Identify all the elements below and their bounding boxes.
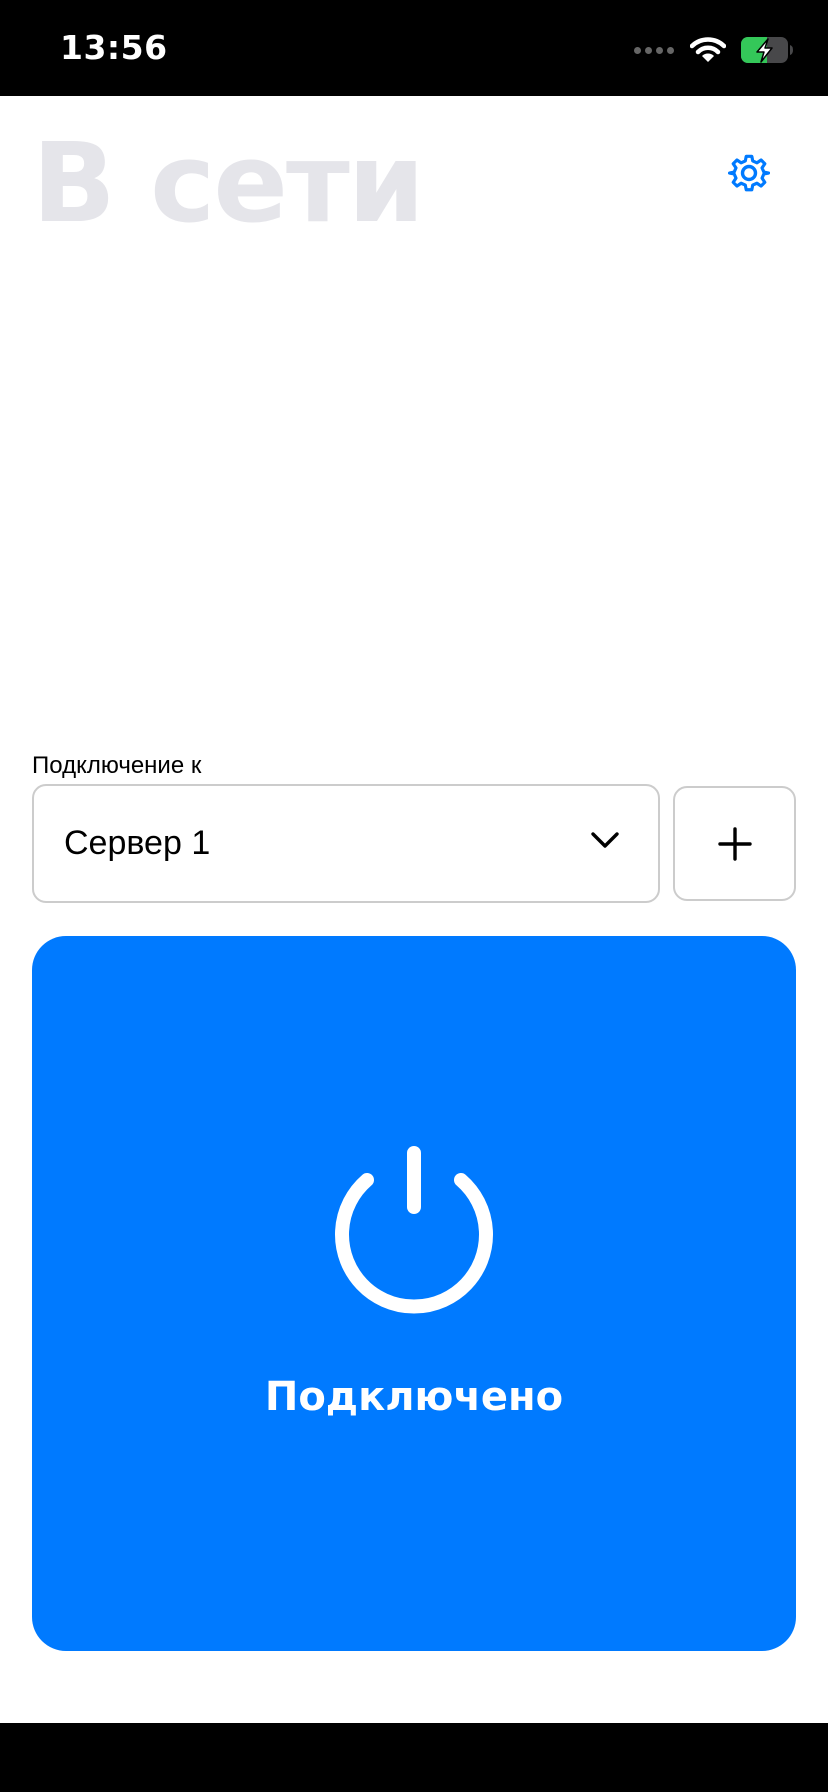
settings-button[interactable]: [726, 150, 772, 196]
status-icons: [634, 32, 794, 68]
home-indicator-bar: [0, 1723, 828, 1792]
power-icon: [335, 1146, 493, 1314]
battery-charging-icon: [741, 37, 793, 63]
status-bar: 13:56: [0, 0, 828, 96]
status-time: 13:56: [60, 28, 168, 67]
page-title: В сети: [32, 119, 425, 247]
server-select-value: Сервер 1: [64, 824, 211, 862]
wifi-icon: [690, 37, 726, 62]
chevron-down-icon: [591, 832, 619, 848]
signal-dots-icon: [634, 46, 674, 54]
gear-icon: [728, 154, 770, 192]
server-select[interactable]: Сервер 1: [32, 784, 660, 903]
connect-toggle-card[interactable]: Подключено: [32, 936, 796, 1651]
connection-label: Подключение к: [32, 752, 202, 779]
connection-status: Подключено: [264, 1374, 564, 1420]
add-server-button[interactable]: [673, 786, 796, 901]
plus-icon: [717, 826, 752, 861]
